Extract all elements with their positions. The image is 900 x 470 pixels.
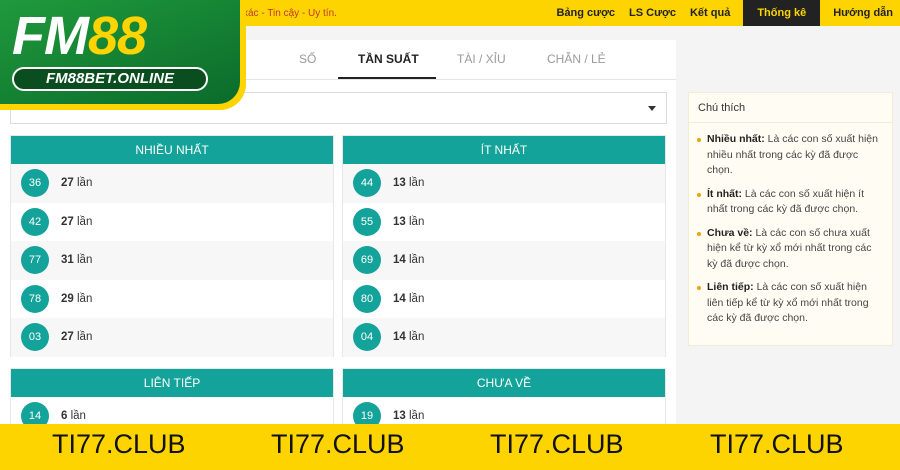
number-ball[interactable]: 36 <box>21 169 49 198</box>
card-least-title: ÍT NHẤT <box>343 136 665 164</box>
count-value: 14 <box>393 331 406 344</box>
count-unit: lần <box>409 254 425 267</box>
legend-item: Chưa về: Là các con số chưa xuất hiện kể… <box>697 226 882 273</box>
list-item: 03 27 lần <box>11 318 333 357</box>
list-item: 78 29 lần <box>11 280 333 319</box>
nav-ls-cuoc[interactable]: LS Cược <box>622 0 683 26</box>
number-ball[interactable]: 69 <box>353 246 381 275</box>
list-item: 36 27 lần <box>11 164 333 203</box>
top-nav: Bảng cược LS Cược Kết quả Thống kê Hướng… <box>549 0 900 26</box>
logo-background: FM88 FM88BET.ONLINE <box>0 0 240 104</box>
list-item: 42 27 lần <box>11 203 333 242</box>
count-value: 31 <box>61 254 74 267</box>
watermark-text: TI77.CLUB <box>271 429 405 459</box>
nav-ket-qua[interactable]: Kết quả <box>683 0 737 26</box>
count-unit: lần <box>77 215 93 228</box>
legend-item: Nhiều nhất: Là các con số xuất hiện nhiề… <box>697 132 882 179</box>
watermark-text: TI77.CLUB <box>710 429 844 459</box>
legend-box: Chú thích Nhiều nhất: Là các con số xuất… <box>688 92 893 346</box>
tab-so[interactable]: SỐ <box>299 52 316 66</box>
count-value: 13 <box>393 177 406 190</box>
count-unit: lần <box>409 331 425 344</box>
list-item: 77 31 lần <box>11 241 333 280</box>
count-value: 29 <box>61 292 74 305</box>
count-value: 14 <box>393 254 406 267</box>
list-item: 80 14 lần <box>343 280 665 319</box>
count-value: 27 <box>61 215 74 228</box>
logo-wordmark: FM88 <box>12 6 147 66</box>
count-unit: lần <box>409 292 425 305</box>
list-item: 04 14 lần <box>343 318 665 357</box>
tab-chan-le[interactable]: CHẴN / LẺ <box>547 52 606 66</box>
count-unit: lần <box>409 177 425 190</box>
nav-thong-ke[interactable]: Thống kê <box>743 0 821 26</box>
number-ball[interactable]: 55 <box>353 207 381 236</box>
number-ball[interactable]: 44 <box>353 169 381 198</box>
list-item: 55 13 lần <box>343 203 665 242</box>
nav-huong-dan[interactable]: Hướng dẫn <box>826 0 900 26</box>
count-value: 14 <box>393 292 406 305</box>
nav-bang-cuoc[interactable]: Bảng cược <box>549 0 622 26</box>
legend-term: Chưa về: <box>707 226 753 239</box>
watermark-bar: TI77.CLUB TI77.CLUB TI77.CLUB TI77.CLUB <box>0 424 900 470</box>
number-ball[interactable]: 03 <box>21 323 49 352</box>
number-ball[interactable]: 78 <box>21 284 49 313</box>
watermark-text: TI77.CLUB <box>52 429 186 459</box>
active-tab-indicator <box>338 77 436 79</box>
legend-list: Nhiều nhất: Là các con số xuất hiện nhiề… <box>689 123 892 327</box>
count-value: 13 <box>393 410 406 423</box>
card-missing-title: CHƯA VỀ <box>343 369 665 397</box>
legend-term: Ít nhất: <box>707 187 742 200</box>
legend-item: Ít nhất: Là các con số xuất hiện ít nhất… <box>697 187 882 218</box>
count-value: 13 <box>393 215 406 228</box>
card-most: NHIỀU NHẤT 36 27 lần 42 27 lần 77 31 lần 78… <box>10 135 334 357</box>
legend-term: Nhiều nhất: <box>707 133 765 145</box>
site-logo[interactable]: FM88 FM88BET.ONLINE <box>0 0 246 110</box>
count-unit: lần <box>409 410 425 423</box>
count-unit: lần <box>77 292 93 305</box>
count-unit: lần <box>77 177 93 190</box>
tab-tan-suat[interactable]: TẦN SUẤT <box>358 52 419 66</box>
legend-item: Liên tiếp: Là các con số xuất hiện liên … <box>697 280 882 327</box>
card-most-title: NHIỀU NHẤT <box>11 136 333 164</box>
number-ball[interactable]: 77 <box>21 246 49 275</box>
card-consecutive-title: LIÊN TIẾP <box>11 369 333 397</box>
number-ball[interactable]: 80 <box>353 284 381 313</box>
slogan-text: xác - Tin cậy - Uy tín. <box>243 8 337 19</box>
caret-down-icon <box>648 106 656 111</box>
tab-tai-xiu[interactable]: TÀI / XỈU <box>457 52 506 66</box>
count-value: 6 <box>61 410 68 423</box>
count-value: 27 <box>61 331 74 344</box>
logo-domain: FM88BET.ONLINE <box>12 67 208 91</box>
list-item: 69 14 lần <box>343 241 665 280</box>
list-item: 44 13 lần <box>343 164 665 203</box>
legend-term: Liên tiếp: <box>707 281 754 293</box>
count-unit: lần <box>70 410 86 423</box>
count-unit: lần <box>77 331 93 344</box>
count-unit: lần <box>409 215 425 228</box>
legend-title: Chú thích <box>689 93 892 123</box>
number-ball[interactable]: 42 <box>21 207 49 236</box>
count-value: 27 <box>61 177 74 190</box>
number-ball[interactable]: 04 <box>353 323 381 352</box>
count-unit: lần <box>77 254 93 267</box>
watermark-text: TI77.CLUB <box>490 429 624 459</box>
card-least: ÍT NHẤT 44 13 lần 55 13 lần 69 14 lần 80 14 … <box>342 135 666 357</box>
